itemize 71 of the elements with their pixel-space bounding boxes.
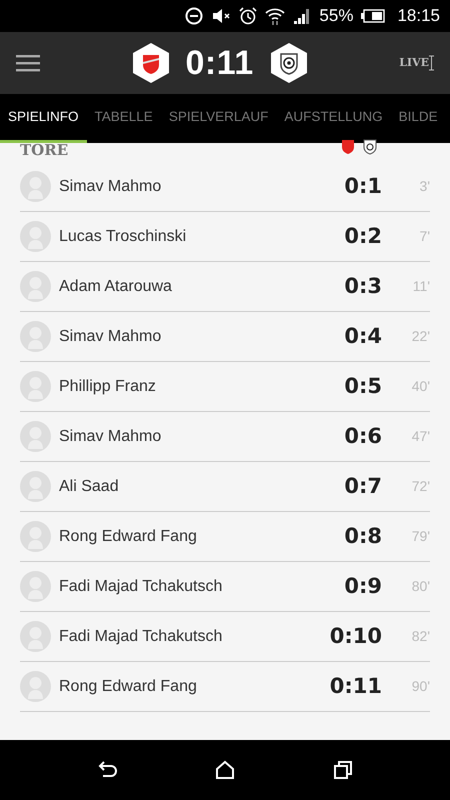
home-icon <box>213 758 237 782</box>
goal-minute: 11' <box>412 277 430 296</box>
player-name: Lucas Troschinski <box>59 226 188 246</box>
player-name: Simav Mahmo <box>59 176 162 196</box>
battery-icon <box>361 9 386 23</box>
player-name: Fadi Majad Tchakutsch <box>59 626 224 646</box>
goal-minute: 7' <box>418 227 430 246</box>
avatar-icon <box>20 521 51 552</box>
goal-minute: 3' <box>418 177 430 196</box>
goal-score: 0:5 <box>343 372 382 400</box>
avatar-icon <box>20 171 51 202</box>
clock: 18:15 <box>397 5 440 28</box>
player-name: Adam Atarouwa <box>59 276 173 296</box>
goal-score: 0:8 <box>343 522 382 550</box>
alarm-icon <box>239 7 258 25</box>
avatar-icon <box>20 471 51 502</box>
home-team-crest-icon <box>341 139 355 155</box>
battery-percentage: 55% <box>319 5 354 28</box>
goal-score: 0:11 <box>328 672 382 700</box>
goal-score: 0:4 <box>343 322 382 350</box>
goal-minute: 90' <box>410 677 430 696</box>
tab[interactable]: AUFSTELLUNG <box>276 94 391 143</box>
goal-score: 0:6 <box>343 422 382 450</box>
avatar-icon <box>20 421 51 452</box>
player-name: Simav Mahmo <box>59 426 162 446</box>
tab[interactable]: SPIELVERLAUF <box>160 94 276 143</box>
goal-score: 0:1 <box>343 172 382 200</box>
avatar-icon <box>20 321 51 352</box>
home-team-crest-icon <box>132 42 170 84</box>
menu-button[interactable] <box>16 54 40 72</box>
goal-score: 0:2 <box>343 222 382 250</box>
live-button[interactable]: LIVE <box>399 54 434 72</box>
goal-score: 0:7 <box>343 472 382 500</box>
avatar-icon <box>20 271 51 302</box>
player-name: Simav Mahmo <box>59 326 162 346</box>
goal-minute: 40' <box>410 377 430 396</box>
recent-apps-icon <box>331 758 355 782</box>
tab[interactable]: SPIELINFO <box>0 94 87 143</box>
avatar-icon <box>20 571 51 602</box>
wifi-icon <box>265 7 286 25</box>
match-score: 0:11 <box>186 42 254 84</box>
goal-minute: 47' <box>410 427 430 446</box>
avatar-icon <box>20 621 51 652</box>
mute-icon <box>211 7 232 25</box>
avatar-icon <box>20 671 51 702</box>
goal-minute: 80' <box>410 577 430 596</box>
goal-minute: 82' <box>410 627 430 646</box>
player-name: Rong Edward Fang <box>59 526 198 546</box>
goal-minute: 79' <box>410 527 430 546</box>
goal-score: 0:3 <box>343 272 382 300</box>
tab[interactable]: TABELLE <box>86 94 161 143</box>
recent-apps-button[interactable] <box>331 758 355 782</box>
goal-minute: 22' <box>410 327 430 346</box>
goal-score: 0:10 <box>328 622 382 650</box>
avatar-icon <box>20 371 51 402</box>
player-name: Ali Saad <box>59 476 120 496</box>
player-name: Phillipp Franz <box>59 376 157 396</box>
avatar-icon <box>20 221 51 252</box>
away-team-crest-icon <box>363 139 377 155</box>
player-name: Fadi Majad Tchakutsch <box>59 576 224 596</box>
tab[interactable]: BILDE <box>390 94 446 143</box>
home-button[interactable] <box>213 758 237 782</box>
player-name: Rong Edward Fang <box>59 676 198 696</box>
goal-minute: 72' <box>410 477 430 496</box>
signal-icon <box>293 7 312 25</box>
do-not-disturb-icon <box>185 7 204 25</box>
goal-score: 0:9 <box>343 572 382 600</box>
menu-icon <box>16 54 40 72</box>
cursor-icon <box>429 55 434 71</box>
away-team-crest-icon <box>270 42 308 84</box>
section-title: TORE <box>20 143 70 159</box>
